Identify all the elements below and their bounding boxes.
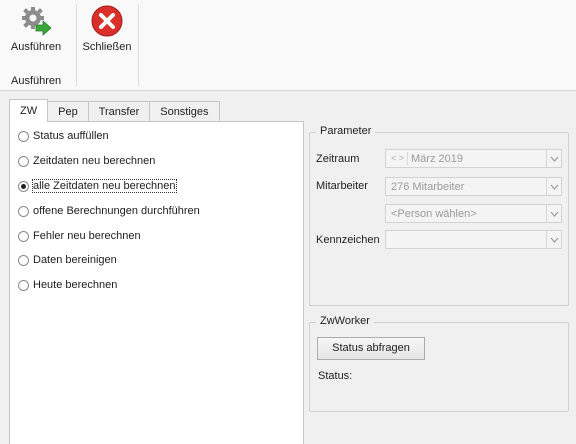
tab-strip: ZW Pep Transfer Sonstiges: [9, 99, 220, 122]
radio-circle[interactable]: [18, 130, 29, 142]
zeitraum-value: März 2019: [411, 153, 463, 165]
mitarbeiter-label: Mitarbeiter: [316, 180, 368, 192]
radio-circle-selected[interactable]: [18, 180, 29, 192]
mitarbeiter-select[interactable]: 276 Mitarbeiter: [385, 177, 562, 196]
kennzeichen-label: Kennzeichen: [316, 234, 380, 246]
gear-run-icon: [22, 7, 52, 36]
person-placeholder: <Person wählen>: [391, 208, 477, 220]
person-select[interactable]: <Person wählen>: [385, 204, 562, 223]
parameter-group: Parameter Zeitraum < > März 2019 Mitarbe…: [309, 125, 569, 306]
option-label: Fehler neu berechnen: [33, 230, 141, 242]
status-abfragen-button[interactable]: Status abfragen: [317, 337, 425, 360]
tab-sonstiges[interactable]: Sonstiges: [149, 101, 220, 122]
option-label: Heute berechnen: [33, 279, 118, 291]
chevron-down-icon[interactable]: [546, 231, 561, 248]
option-label: Status auffüllen: [33, 130, 109, 142]
option-label: alle Zeitdaten neu berechnen: [32, 179, 177, 193]
close-icon: [91, 5, 123, 37]
period-nav-arrows[interactable]: < >: [388, 152, 408, 165]
option-status-auffuellen[interactable]: Status auffüllen: [18, 127, 109, 145]
parameter-group-title: Parameter: [316, 125, 376, 137]
tab-transfer[interactable]: Transfer: [87, 101, 151, 122]
radio-circle[interactable]: [18, 230, 29, 242]
option-heute-berechnen[interactable]: Heute berechnen: [18, 276, 117, 294]
chevron-down-icon[interactable]: [546, 178, 561, 195]
option-alle-zeitdaten-neu-berechnen[interactable]: alle Zeitdaten neu berechnen: [18, 177, 177, 195]
option-offene-berechnungen[interactable]: offene Berechnungen durchführen: [18, 202, 200, 220]
radio-circle[interactable]: [18, 155, 29, 167]
option-label: offene Berechnungen durchführen: [33, 205, 200, 217]
close-button-label: Schließen: [82, 41, 132, 53]
option-fehler-neu-berechnen[interactable]: Fehler neu berechnen: [18, 227, 141, 245]
kennzeichen-select[interactable]: [385, 230, 562, 249]
option-zeitdaten-neu-berechnen[interactable]: Zeitdaten neu berechnen: [18, 152, 155, 170]
tab-zw[interactable]: ZW: [9, 99, 49, 122]
zeitraum-label: Zeitraum: [316, 153, 360, 165]
zwworker-group-title: ZwWorker: [316, 315, 374, 327]
tab-pep[interactable]: Pep: [47, 101, 89, 122]
close-button[interactable]: Schließen: [82, 0, 132, 64]
chevron-down-icon[interactable]: [546, 150, 561, 167]
radio-circle[interactable]: [18, 254, 29, 266]
ribbon-separator: [138, 4, 139, 86]
ribbon: Ausführen Schließen Ausführen: [0, 0, 576, 91]
option-daten-bereinigen[interactable]: Daten bereinigen: [18, 251, 117, 269]
zwworker-group: ZwWorker Status abfragen Status:: [309, 315, 569, 412]
radio-circle[interactable]: [18, 205, 29, 217]
mitarbeiter-value: 276 Mitarbeiter: [391, 181, 465, 193]
chevron-down-icon[interactable]: [546, 205, 561, 222]
zeitraum-select[interactable]: < > März 2019: [385, 149, 562, 168]
ribbon-separator: [76, 4, 77, 86]
zw-tab-panel: Status auffüllen Zeitdaten neu berechnen…: [9, 121, 304, 444]
option-label: Zeitdaten neu berechnen: [33, 155, 156, 167]
ribbon-group-label: Ausführen: [11, 75, 62, 87]
run-button[interactable]: Ausführen: [8, 0, 64, 64]
option-label: Daten bereinigen: [33, 254, 117, 266]
radio-circle[interactable]: [18, 279, 29, 291]
status-label: Status:: [318, 370, 353, 382]
run-button-label: Ausführen: [10, 41, 62, 53]
